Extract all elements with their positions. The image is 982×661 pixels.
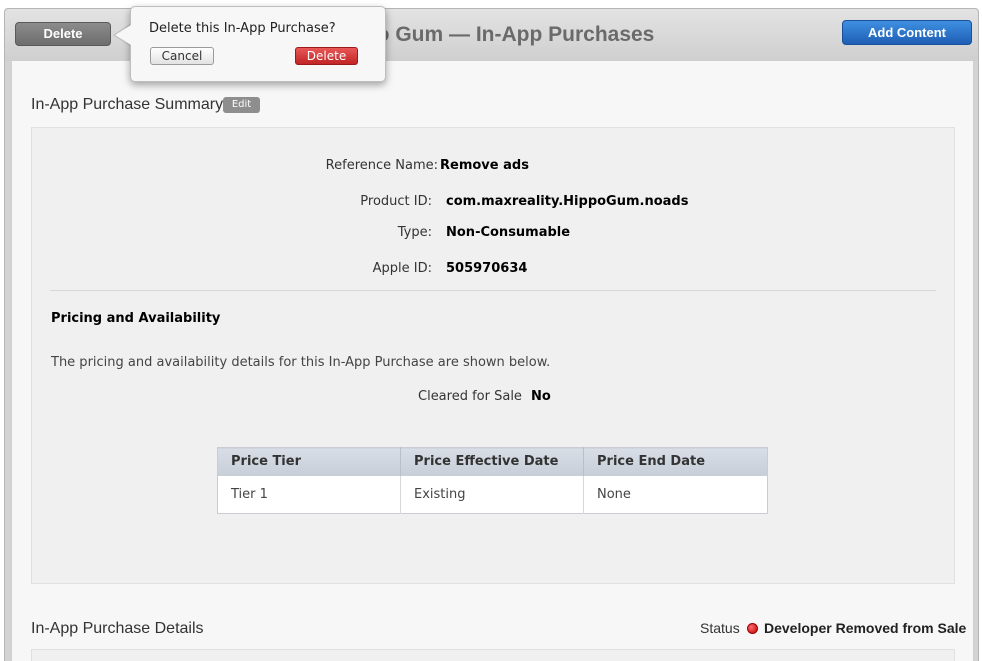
content-panel: In-App Purchase Summary Edit Reference N… bbox=[11, 61, 974, 661]
cleared-for-sale-value: No bbox=[531, 389, 551, 404]
app-shell: Delete Hippo Gum — In-App Purchases Add … bbox=[4, 8, 979, 661]
price-effective-date-cell: Existing bbox=[400, 475, 584, 514]
apple-id-value: 505970634 bbox=[446, 261, 528, 276]
summary-box: Reference Name: Remove ads Product ID: c… bbox=[31, 127, 955, 584]
section-divider bbox=[50, 290, 936, 291]
type-label: Type: bbox=[397, 225, 432, 240]
popover-cancel-button[interactable]: Cancel bbox=[150, 47, 214, 65]
popover-question: Delete this In-App Purchase? bbox=[149, 21, 336, 36]
price-end-date-cell: None bbox=[597, 486, 631, 502]
status-red-dot-icon bbox=[747, 623, 758, 634]
table-header-row: Price Tier Price Effective Date Price En… bbox=[217, 447, 768, 476]
apple-id-label: Apple ID: bbox=[372, 261, 432, 276]
details-box bbox=[31, 649, 955, 661]
pricing-title: Pricing and Availability bbox=[51, 311, 221, 326]
popover-delete-button[interactable]: Delete bbox=[295, 47, 358, 65]
page: Delete Hippo Gum — In-App Purchases Add … bbox=[0, 0, 982, 661]
status-label: Status bbox=[700, 620, 740, 636]
delete-button[interactable]: Delete bbox=[15, 22, 111, 46]
edit-button[interactable]: Edit bbox=[223, 97, 260, 113]
delete-confirm-popover: Delete this In-App Purchase? Cancel Dele… bbox=[130, 6, 386, 82]
status-value: Developer Removed from Sale bbox=[764, 620, 967, 636]
type-value: Non-Consumable bbox=[446, 225, 571, 240]
popover-arrow bbox=[115, 25, 131, 45]
details-title: In-App Purchase Details bbox=[31, 620, 204, 637]
price-table: Price Tier Price Effective Date Price En… bbox=[217, 447, 768, 514]
product-id-value: com.maxreality.HippoGum.noads bbox=[446, 194, 689, 209]
price-tier-header: Price Tier bbox=[217, 447, 401, 476]
reference-name-value: Remove ads bbox=[440, 158, 529, 173]
product-id-label: Product ID: bbox=[360, 194, 432, 209]
reference-name-label: Reference Name: bbox=[325, 158, 438, 173]
price-tier-link[interactable]: Tier 1 bbox=[217, 475, 401, 514]
summary-title: In-App Purchase Summary bbox=[31, 96, 224, 113]
table-row: Tier 1 Existing None bbox=[217, 475, 768, 514]
add-content-button[interactable]: Add Content bbox=[842, 20, 972, 45]
cleared-for-sale-label: Cleared for Sale bbox=[418, 389, 522, 404]
pricing-description: The pricing and availability details for… bbox=[51, 355, 551, 370]
price-effective-date-header: Price Effective Date bbox=[400, 447, 584, 476]
price-end-date-header: Price End Date bbox=[583, 447, 768, 476]
